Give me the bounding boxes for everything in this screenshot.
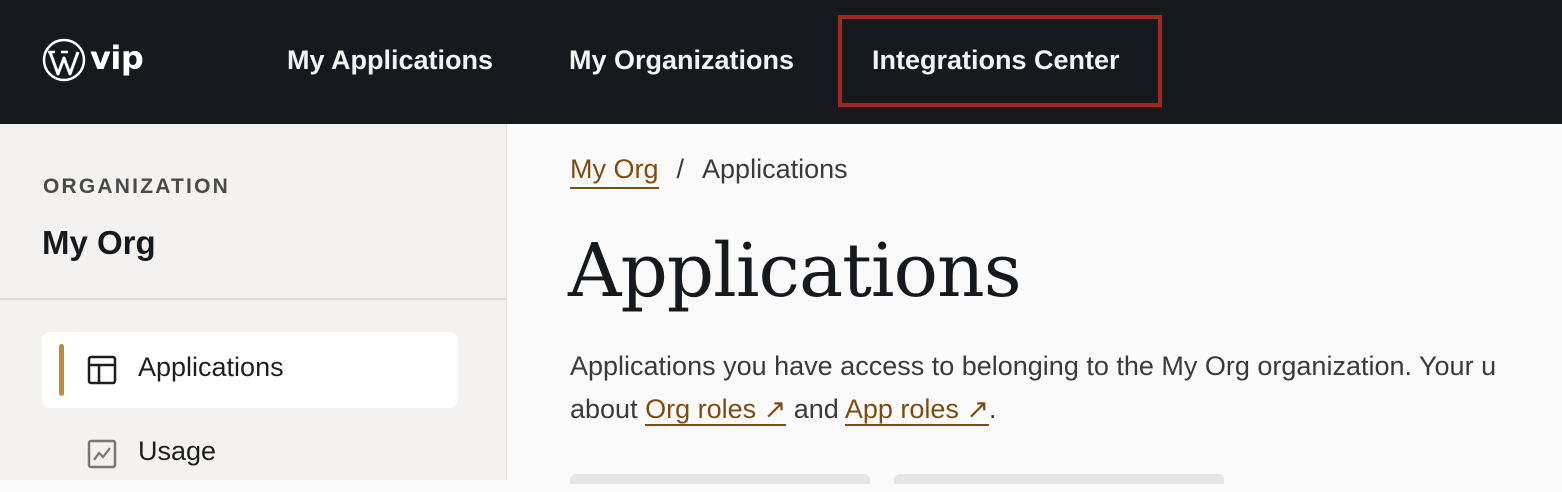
nav-my-applications[interactable]: My Applications: [287, 40, 493, 80]
sidebar-item-label: Applications: [138, 352, 284, 382]
wordpress-logo-icon: [42, 38, 86, 82]
organization-name: My Org: [42, 224, 156, 261]
sidebar-divider: [0, 298, 506, 300]
wordpress-vip-logo[interactable]: vip: [42, 38, 144, 82]
app-roles-link[interactable]: App roles ↗: [844, 394, 990, 426]
breadcrumb-separator: /: [676, 154, 685, 184]
nav-my-organizations[interactable]: My Organizations: [569, 40, 794, 80]
chart-icon: [87, 439, 117, 469]
logo-text: vip: [90, 39, 144, 77]
description-end: .: [989, 394, 997, 424]
sidebar-section-label: ORGANIZATION: [43, 175, 230, 198]
page-description: Applications you have access to belongin…: [570, 345, 1562, 431]
tab-placeholder[interactable]: [894, 474, 1224, 484]
breadcrumb-org-link[interactable]: My Org: [570, 154, 659, 189]
top-navigation-bar: vip My Applications My Organizations Int…: [0, 0, 1562, 124]
tab-placeholder[interactable]: [570, 474, 870, 484]
org-roles-link[interactable]: Org roles ↗: [645, 394, 787, 426]
sidebar-item-usage[interactable]: Usage: [42, 416, 458, 492]
breadcrumb-current: Applications: [702, 154, 848, 184]
active-indicator: [59, 344, 64, 396]
description-line-1: Applications you have access to belongin…: [570, 351, 1497, 381]
description-line-2: about Org roles ↗ and App roles ↗.: [570, 388, 1562, 431]
sidebar-item-applications[interactable]: Applications: [42, 332, 458, 408]
layout-icon: [87, 355, 117, 385]
breadcrumb: My Org / Applications: [570, 154, 848, 189]
page-title: Applications: [568, 228, 1022, 314]
description-prefix: about: [570, 394, 646, 424]
sidebar-item-label: Usage: [138, 436, 217, 466]
description-and: and: [786, 394, 845, 424]
nav-integrations-center[interactable]: Integrations Center: [872, 40, 1120, 80]
